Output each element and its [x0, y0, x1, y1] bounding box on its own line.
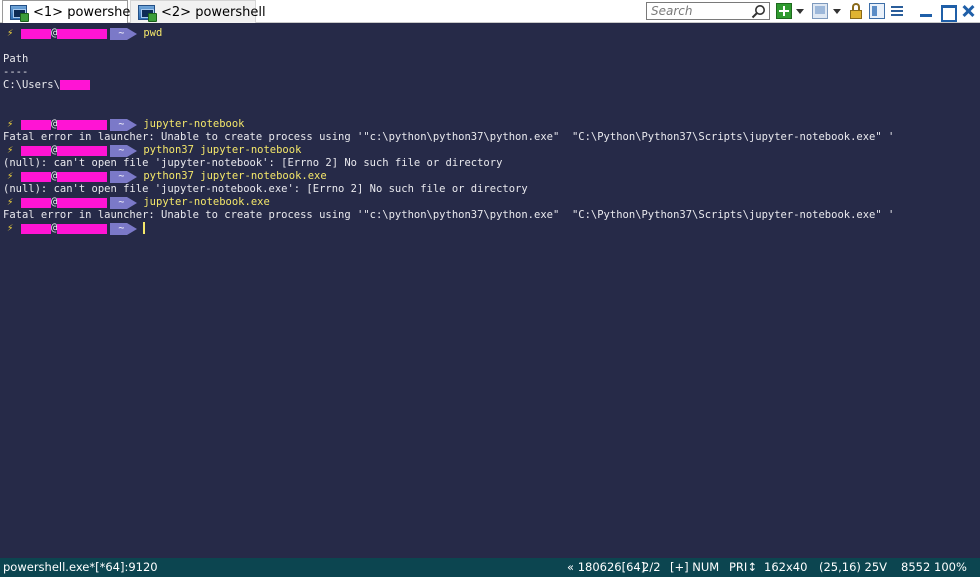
prompt-directory: ~: [110, 27, 138, 40]
prompt: ⚡ @ ~: [3, 27, 138, 40]
output-line: Fatal error in launcher: Unable to creat…: [3, 131, 894, 144]
lightning-bolt-icon: ⚡: [7, 196, 14, 208]
prompt-line: ⚡ @ ~ jupyter-notebook.exe: [3, 196, 270, 209]
status-console-index: 2/2: [642, 560, 661, 574]
command-text: pwd: [143, 27, 163, 39]
status-pid-info: « 180626[64]: [567, 560, 646, 574]
prompt-directory: ~: [110, 196, 138, 209]
redacted-username: [21, 119, 51, 130]
command-text: jupyter-notebook.exe: [143, 196, 270, 208]
prompt: ⚡ @ ~: [3, 222, 138, 235]
redacted-username: [21, 223, 51, 234]
output-line: (null): can't open file 'jupyter-noteboo…: [3, 183, 528, 196]
output-line: Fatal error in launcher: Unable to creat…: [3, 209, 894, 222]
command-text: jupyter-notebook: [143, 118, 245, 130]
output-line: (null): can't open file 'jupyter-noteboo…: [3, 157, 502, 170]
add-dropdown-icon[interactable]: [795, 3, 805, 19]
output-text: ----: [3, 66, 29, 78]
powershell-console-icon: [138, 4, 157, 22]
tab-powershell-1[interactable]: <1> powershell: [2, 0, 138, 23]
prompt-line: ⚡ @ ~ jupyter-notebook: [3, 118, 245, 131]
lightning-bolt-icon: ⚡: [7, 144, 14, 156]
command-text: python37 jupyter-notebook.exe: [143, 170, 327, 182]
output-text: (null): can't open file 'jupyter-noteboo…: [3, 157, 503, 169]
prompt: ⚡ @ ~: [3, 144, 138, 157]
tab-label: <2> powershell: [161, 4, 266, 20]
add-console-icon[interactable]: [776, 3, 792, 19]
prompt-directory: ~: [110, 118, 138, 131]
status-flags: [+] NUM: [670, 560, 720, 574]
command-text: python37 jupyter-notebook: [143, 144, 302, 156]
terminal-console[interactable]: ⚡ @ ~ pwd Path ---- C:\Users\ ⚡ @ ~ jupyter-notebo…: [0, 23, 980, 558]
status-zoom: 100%: [934, 560, 967, 574]
prompt-directory: ~: [110, 222, 138, 235]
prompt-line: ⚡ @ ~ pwd: [3, 27, 162, 40]
view-icon[interactable]: [812, 3, 828, 19]
status-size: 162x40: [764, 560, 808, 574]
split-view-icon[interactable]: [869, 3, 885, 19]
status-process: powershell.exe*[*64]:9120: [3, 560, 158, 574]
prompt: ⚡ @ ~: [3, 118, 138, 131]
view-dropdown-icon[interactable]: [832, 3, 842, 19]
status-priority: PRI↕: [729, 560, 757, 574]
redacted-hostname: [57, 223, 108, 234]
tab-label: <1> powershell: [33, 4, 138, 20]
search-input[interactable]: [647, 3, 751, 19]
text-cursor: [143, 222, 146, 234]
output-line: C:\Users\: [3, 79, 90, 92]
powershell-console-icon: [10, 4, 29, 22]
status-bar: powershell.exe*[*64]:9120 « 180626[64] 2…: [0, 558, 980, 577]
search-icon[interactable]: [751, 4, 766, 19]
output-text: Path: [3, 53, 29, 65]
redacted-username: [59, 80, 90, 90]
prompt-line: ⚡ @ ~: [3, 222, 146, 235]
redacted-hostname: [57, 197, 108, 208]
output-text: Fatal error in launcher: Unable to creat…: [3, 209, 895, 221]
prompt-line: ⚡ @ ~ python37 jupyter-notebook: [3, 144, 301, 157]
output-line: Path: [3, 53, 28, 66]
lightning-bolt-icon: ⚡: [7, 27, 14, 39]
redacted-hostname: [57, 28, 108, 39]
redacted-username: [21, 197, 51, 208]
output-text: C:\Users\: [3, 79, 60, 91]
tab-powershell-2[interactable]: <2> powershell: [130, 0, 266, 23]
prompt-line: ⚡ @ ~ python37 jupyter-notebook.exe: [3, 170, 327, 183]
prompt-directory: ~: [110, 144, 138, 157]
search-box[interactable]: [646, 2, 770, 20]
minimize-icon[interactable]: [918, 3, 934, 19]
redacted-hostname: [57, 119, 108, 130]
prompt-directory: ~: [110, 170, 138, 183]
prompt: ⚡ @ ~: [3, 170, 138, 183]
maximize-icon[interactable]: [939, 3, 957, 22]
redacted-username: [21, 171, 51, 182]
redacted-hostname: [57, 145, 108, 156]
redacted-username: [21, 28, 51, 39]
output-text: Fatal error in launcher: Unable to creat…: [3, 131, 895, 143]
status-cursor-pos: (25,16) 25V: [819, 560, 888, 574]
tab-bar: <1> powershell <2> powershell: [0, 0, 980, 23]
lightning-bolt-icon: ⚡: [7, 170, 14, 182]
lightning-bolt-icon: ⚡: [7, 222, 14, 234]
menu-icon[interactable]: [889, 3, 905, 19]
output-line: ----: [3, 66, 28, 79]
status-memory: 8552: [901, 560, 931, 574]
close-icon[interactable]: [960, 3, 976, 19]
redacted-hostname: [57, 171, 108, 182]
prompt: ⚡ @ ~: [3, 196, 138, 209]
output-text: (null): can't open file 'jupyter-noteboo…: [3, 183, 528, 195]
lightning-bolt-icon: ⚡: [7, 118, 14, 130]
redacted-username: [21, 145, 51, 156]
lock-icon[interactable]: [848, 3, 864, 19]
